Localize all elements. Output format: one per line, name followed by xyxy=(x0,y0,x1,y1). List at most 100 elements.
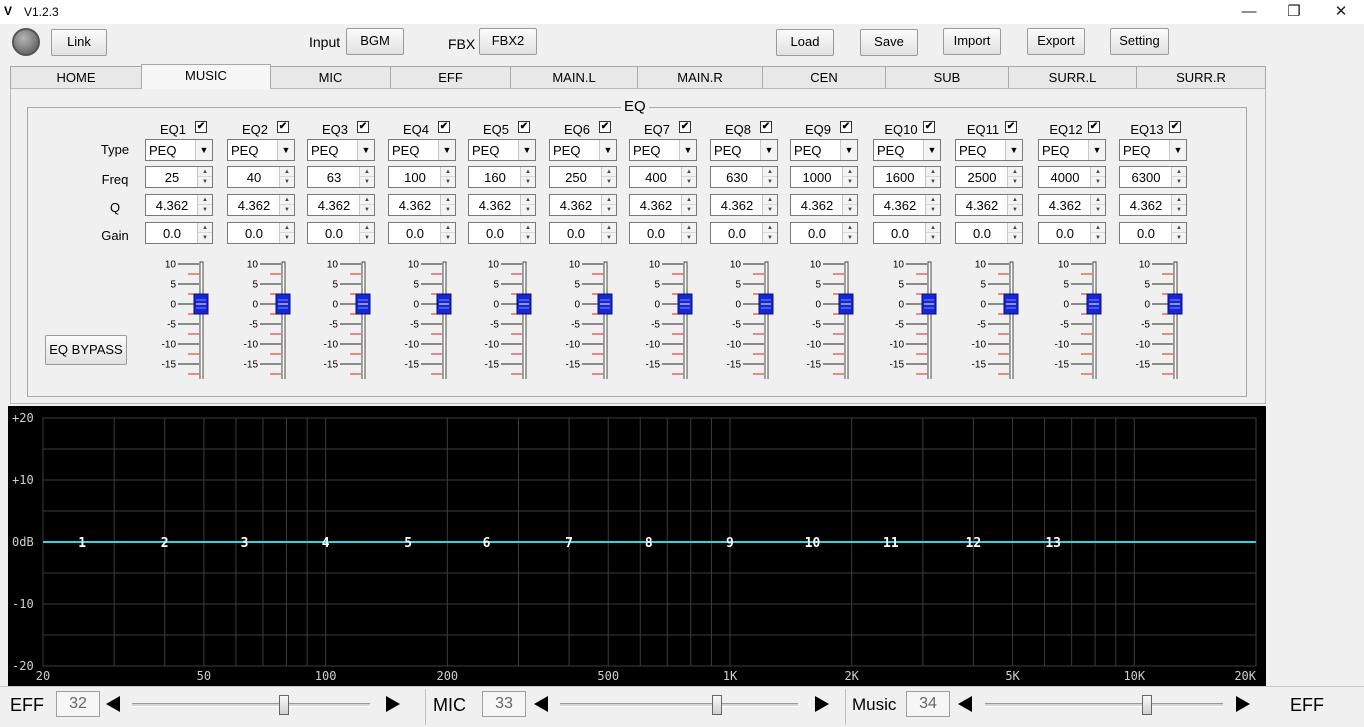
spin-up-icon[interactable]: ▲ xyxy=(360,195,374,205)
spin-down-icon[interactable]: ▼ xyxy=(1091,177,1105,187)
eq-type-select[interactable]: PEQ ▼ xyxy=(1119,139,1187,161)
eq-gain-fader[interactable]: 1050-5-10-15-20 xyxy=(227,249,297,379)
spin-down-icon[interactable]: ▼ xyxy=(602,233,616,243)
eq-type-select[interactable]: PEQ ▼ xyxy=(955,139,1023,161)
spin-up-icon[interactable]: ▲ xyxy=(521,167,535,177)
eq-band-enable-checkbox[interactable]: ✔ xyxy=(1005,121,1017,133)
spin-up-icon[interactable]: ▲ xyxy=(763,167,777,177)
mic-increase-icon[interactable] xyxy=(815,696,829,712)
eq-gain-fader[interactable]: 1050-5-10-15-20 xyxy=(388,249,458,379)
eq-type-select[interactable]: PEQ ▼ xyxy=(710,139,778,161)
eq-q-value[interactable]: 4.362 xyxy=(550,198,602,213)
spin-down-icon[interactable]: ▼ xyxy=(280,233,294,243)
spin-down-icon[interactable]: ▼ xyxy=(763,177,777,187)
tab-main-l[interactable]: MAIN.L xyxy=(510,66,638,88)
fader-track[interactable] xyxy=(361,261,366,379)
eq-gain-value[interactable]: 0.0 xyxy=(874,226,926,241)
spin-up-icon[interactable]: ▲ xyxy=(763,223,777,233)
eq-q-value[interactable]: 4.362 xyxy=(146,198,198,213)
spin-down-icon[interactable]: ▼ xyxy=(1008,177,1022,187)
eq-band-enable-checkbox[interactable]: ✔ xyxy=(840,121,852,133)
eq-gain-value[interactable]: 0.0 xyxy=(711,226,763,241)
spin-down-icon[interactable]: ▼ xyxy=(521,205,535,215)
eq-gain-stepper[interactable]: 0.0 ▲ ▼ xyxy=(1038,222,1106,244)
eq-type-select[interactable]: PEQ ▼ xyxy=(549,139,617,161)
eq-gain-fader[interactable]: 1050-5-10-15-20 xyxy=(1119,249,1189,379)
spin-up-icon[interactable]: ▲ xyxy=(682,167,696,177)
restore-icon[interactable]: ❐ xyxy=(1279,2,1309,22)
eq-q-stepper[interactable]: 4.362 ▲ ▼ xyxy=(1038,194,1106,216)
spin-up-icon[interactable]: ▲ xyxy=(763,195,777,205)
spin-up-icon[interactable]: ▲ xyxy=(1172,167,1186,177)
music-slider-thumb[interactable] xyxy=(1141,695,1152,715)
mic-decrease-icon[interactable] xyxy=(534,696,548,712)
spin-down-icon[interactable]: ▼ xyxy=(763,205,777,215)
eq-freq-value[interactable]: 400 xyxy=(630,170,682,185)
fader-track[interactable] xyxy=(442,261,447,379)
eq-gain-stepper[interactable]: 0.0 ▲ ▼ xyxy=(227,222,295,244)
load-button[interactable]: Load xyxy=(776,29,834,56)
tab-music[interactable]: MUSIC xyxy=(141,64,271,89)
eq-band-enable-checkbox[interactable]: ✔ xyxy=(1169,121,1181,133)
spin-down-icon[interactable]: ▼ xyxy=(1172,233,1186,243)
link-button[interactable]: Link xyxy=(51,29,107,56)
eq-type-select[interactable]: PEQ ▼ xyxy=(790,139,858,161)
eq-freq-stepper[interactable]: 1600 ▲ ▼ xyxy=(873,166,941,188)
eq-freq-value[interactable]: 63 xyxy=(308,170,360,185)
eq-freq-value[interactable]: 1600 xyxy=(874,170,926,185)
eq-freq-stepper[interactable]: 250 ▲ ▼ xyxy=(549,166,617,188)
spin-down-icon[interactable]: ▼ xyxy=(360,233,374,243)
eq-bypass-button[interactable]: EQ BYPASS xyxy=(45,335,127,365)
eq-band-enable-checkbox[interactable]: ✔ xyxy=(760,121,772,133)
eq-q-stepper[interactable]: 4.362 ▲ ▼ xyxy=(549,194,617,216)
spin-down-icon[interactable]: ▼ xyxy=(1091,205,1105,215)
eff-decrease-icon[interactable] xyxy=(106,696,120,712)
eq-gain-value[interactable]: 0.0 xyxy=(550,226,602,241)
spin-up-icon[interactable]: ▲ xyxy=(1091,195,1105,205)
mic-level-slider[interactable] xyxy=(560,703,798,707)
eq-type-select[interactable]: PEQ ▼ xyxy=(388,139,456,161)
spin-up-icon[interactable]: ▲ xyxy=(602,167,616,177)
eq-q-value[interactable]: 4.362 xyxy=(874,198,926,213)
spin-down-icon[interactable]: ▼ xyxy=(1091,233,1105,243)
eq-freq-stepper[interactable]: 40 ▲ ▼ xyxy=(227,166,295,188)
eq-q-stepper[interactable]: 4.362 ▲ ▼ xyxy=(629,194,697,216)
spin-down-icon[interactable]: ▼ xyxy=(926,233,940,243)
eq-freq-value[interactable]: 40 xyxy=(228,170,280,185)
spin-down-icon[interactable]: ▼ xyxy=(280,205,294,215)
spin-up-icon[interactable]: ▲ xyxy=(280,223,294,233)
eq-freq-value[interactable]: 1000 xyxy=(791,170,843,185)
spin-down-icon[interactable]: ▼ xyxy=(280,177,294,187)
eq-freq-stepper[interactable]: 100 ▲ ▼ xyxy=(388,166,456,188)
spin-down-icon[interactable]: ▼ xyxy=(763,233,777,243)
spin-down-icon[interactable]: ▼ xyxy=(682,205,696,215)
spin-up-icon[interactable]: ▲ xyxy=(441,223,455,233)
chevron-down-icon[interactable]: ▼ xyxy=(438,140,455,160)
eff-level-value[interactable]: 32 xyxy=(56,691,100,717)
eq-gain-value[interactable]: 0.0 xyxy=(389,226,441,241)
eq-band-enable-checkbox[interactable]: ✔ xyxy=(438,121,450,133)
eq-gain-fader[interactable]: 1050-5-10-15-20 xyxy=(549,249,619,379)
tab-eff[interactable]: EFF xyxy=(390,66,511,88)
eq-band-enable-checkbox[interactable]: ✔ xyxy=(357,121,369,133)
eq-freq-stepper[interactable]: 630 ▲ ▼ xyxy=(710,166,778,188)
eq-gain-fader[interactable]: 1050-5-10-15-20 xyxy=(790,249,860,379)
eq-freq-value[interactable]: 100 xyxy=(389,170,441,185)
spin-up-icon[interactable]: ▲ xyxy=(1172,223,1186,233)
fbx-mode-button[interactable]: FBX2 xyxy=(479,28,537,55)
eq-q-stepper[interactable]: 4.362 ▲ ▼ xyxy=(1119,194,1187,216)
spin-down-icon[interactable]: ▼ xyxy=(441,233,455,243)
eq-gain-stepper[interactable]: 0.0 ▲ ▼ xyxy=(629,222,697,244)
eq-band-enable-checkbox[interactable]: ✔ xyxy=(679,121,691,133)
spin-up-icon[interactable]: ▲ xyxy=(1172,195,1186,205)
spin-down-icon[interactable]: ▼ xyxy=(843,177,857,187)
music-level-value[interactable]: 34 xyxy=(906,691,950,717)
eq-q-value[interactable]: 4.362 xyxy=(308,198,360,213)
eq-gain-stepper[interactable]: 0.0 ▲ ▼ xyxy=(873,222,941,244)
eq-freq-stepper[interactable]: 400 ▲ ▼ xyxy=(629,166,697,188)
eq-freq-value[interactable]: 630 xyxy=(711,170,763,185)
spin-down-icon[interactable]: ▼ xyxy=(198,233,212,243)
chevron-down-icon[interactable]: ▼ xyxy=(518,140,535,160)
spin-up-icon[interactable]: ▲ xyxy=(843,167,857,177)
chevron-down-icon[interactable]: ▼ xyxy=(760,140,777,160)
